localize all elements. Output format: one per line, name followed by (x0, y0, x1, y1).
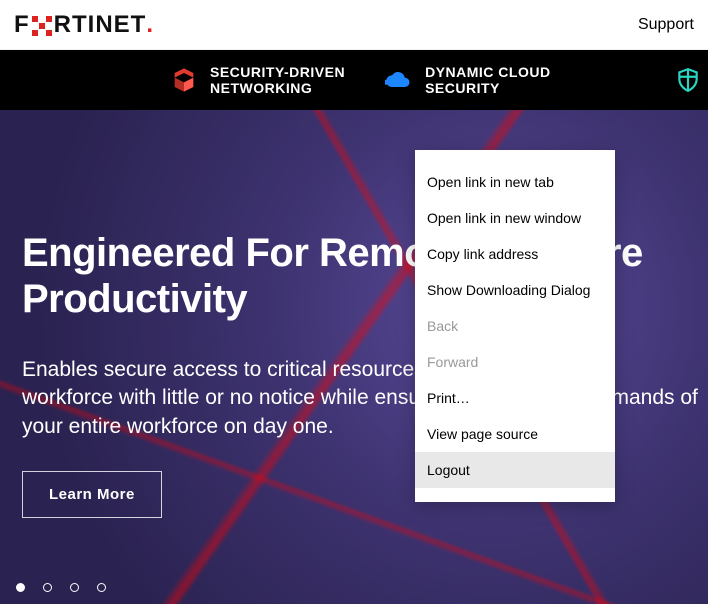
cube-icon (170, 66, 198, 94)
context-item-6[interactable]: Print… (415, 380, 615, 416)
context-item-2[interactable]: Copy link address (415, 236, 615, 272)
cloud-icon (385, 66, 413, 94)
nav-item-overflow[interactable] (674, 66, 708, 94)
brand-text-pre: F (14, 11, 30, 39)
nav-item-security-networking[interactable]: SECURITY-DRIVEN NETWORKING (170, 64, 345, 96)
carousel-dot-1[interactable] (43, 583, 52, 592)
topbar: F RTINET . Support (0, 0, 708, 50)
context-item-3[interactable]: Show Downloading Dialog (415, 272, 615, 308)
context-item-1[interactable]: Open link in new window (415, 200, 615, 236)
context-item-5: Forward (415, 344, 615, 380)
context-item-0[interactable]: Open link in new tab (415, 164, 615, 200)
nav-item-dynamic-cloud[interactable]: DYNAMIC CLOUD SECURITY (385, 64, 551, 96)
context-item-8[interactable]: Logout (415, 452, 615, 488)
carousel-dot-0[interactable] (16, 583, 25, 592)
nav-label-line2: SECURITY (425, 80, 551, 96)
context-item-4: Back (415, 308, 615, 344)
context-item-7[interactable]: View page source (415, 416, 615, 452)
nav-label-line2: NETWORKING (210, 80, 345, 96)
brand-text-post: RTINET (54, 11, 147, 39)
carousel-dot-2[interactable] (70, 583, 79, 592)
support-link[interactable]: Support (638, 16, 694, 34)
brand-o-icon (32, 16, 52, 36)
brand-logo[interactable]: F RTINET . (14, 11, 154, 39)
nav-label-line1: SECURITY-DRIVEN (210, 64, 345, 80)
context-menu: Open link in new tabOpen link in new win… (415, 150, 615, 502)
shield-icon (674, 66, 702, 94)
carousel-dots (16, 583, 106, 592)
learn-more-button[interactable]: Learn More (22, 471, 162, 518)
nav-label-line1: DYNAMIC CLOUD (425, 64, 551, 80)
carousel-dot-3[interactable] (97, 583, 106, 592)
primary-nav: SECURITY-DRIVEN NETWORKING DYNAMIC CLOUD… (0, 50, 708, 110)
